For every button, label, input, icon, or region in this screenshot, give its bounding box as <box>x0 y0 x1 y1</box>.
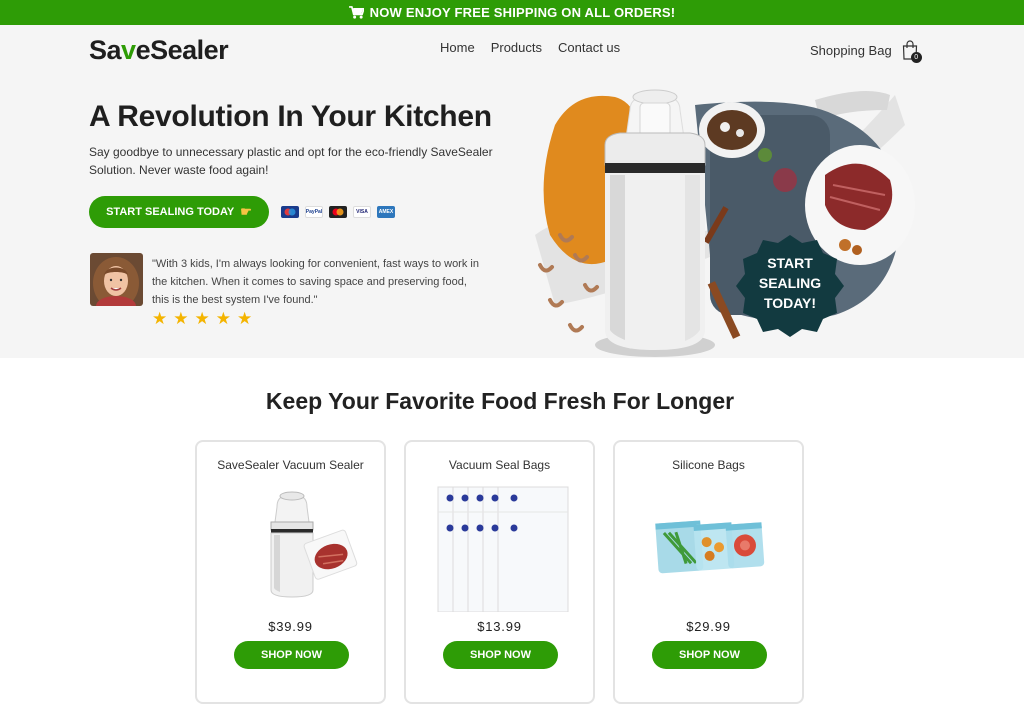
cart-icon <box>348 6 364 19</box>
start-sealing-label: START SEALING TODAY <box>106 206 235 218</box>
logo-text-accent: v <box>121 35 136 65</box>
bag-count-badge: 0 <box>910 52 922 63</box>
announcement-text: NOW ENJOY FREE SHIPPING ON ALL ORDERS! <box>369 5 676 20</box>
logo-text-start: Sa <box>89 35 122 65</box>
product-image <box>270 491 358 598</box>
visa-icon: VISA <box>353 206 371 218</box>
star-icon: ★ <box>215 309 231 328</box>
shop-now-button[interactable]: SHOP NOW <box>234 641 349 669</box>
hero-title: A Revolution In Your Kitchen <box>89 100 492 133</box>
product-card-silicone-bags[interactable]: Silicone Bags $29.99 SHOP NOW <box>613 440 804 704</box>
product-card-vacuum-sealer[interactable]: SaveSealer Vacuum Sealer $39.99 SHOP NOW <box>195 440 386 704</box>
amex-icon: AMEX <box>377 206 395 218</box>
shop-now-button[interactable]: SHOP NOW <box>652 641 767 669</box>
start-sealing-button[interactable]: START SEALING TODAY ☛ <box>89 196 269 228</box>
shopping-bag-link[interactable]: Shopping Bag 0 <box>810 40 922 63</box>
product-image <box>437 486 569 612</box>
payment-methods: PayPal VISA AMEX <box>281 206 395 218</box>
hero-subtitle: Say goodbye to unnecessary plastic and o… <box>89 145 493 177</box>
star-icon: ★ <box>173 309 189 328</box>
nav-contact[interactable]: Contact us <box>558 40 620 55</box>
hero-product-image <box>535 89 915 357</box>
nav-home[interactable]: Home <box>440 40 475 55</box>
site-logo[interactable]: SaveSealer <box>89 35 229 66</box>
star-icon: ★ <box>237 309 253 328</box>
badge-text: START SEALING TODAY! <box>755 253 825 313</box>
nav-products[interactable]: Products <box>491 40 542 55</box>
product-image <box>655 520 765 574</box>
paypal-icon: PayPal <box>305 206 323 218</box>
maestro-icon <box>281 206 299 218</box>
announcement-bar: NOW ENJOY FREE SHIPPING ON ALL ORDERS! <box>0 0 1024 25</box>
product-title: Silicone Bags <box>672 458 745 472</box>
mastercard-icon <box>329 206 347 218</box>
testimonial-quote: "With 3 kids, I'm always looking for con… <box>152 258 479 306</box>
product-price: $13.99 <box>477 619 522 634</box>
badge-line-3: TODAY! <box>763 295 817 311</box>
star-icon: ★ <box>152 309 168 328</box>
product-price: $29.99 <box>686 619 731 634</box>
product-title: SaveSealer Vacuum Sealer <box>217 458 364 472</box>
main-nav: Home Products Contact us <box>440 40 620 55</box>
badge-line-1: START <box>767 255 813 271</box>
customer-avatar <box>90 253 143 306</box>
pointing-hand-icon: ☛ <box>240 204 252 219</box>
products-section-title: Keep Your Favorite Food Fresh For Longer <box>265 388 735 414</box>
star-icon: ★ <box>194 309 210 328</box>
logo-text-end: eSealer <box>135 35 229 65</box>
rating-stars: ★ ★ ★ ★ ★ <box>152 309 252 329</box>
product-price: $39.99 <box>268 619 313 634</box>
badge-line-2: SEALING <box>758 275 822 291</box>
shopping-bag-label: Shopping Bag <box>810 42 892 58</box>
shopping-bag-icon[interactable]: 0 <box>902 40 922 63</box>
product-title: Vacuum Seal Bags <box>448 458 551 472</box>
shop-now-button[interactable]: SHOP NOW <box>443 641 558 669</box>
product-card-vacuum-bags[interactable]: Vacuum Seal Bags $13.99 SHOP NOW <box>404 440 595 704</box>
